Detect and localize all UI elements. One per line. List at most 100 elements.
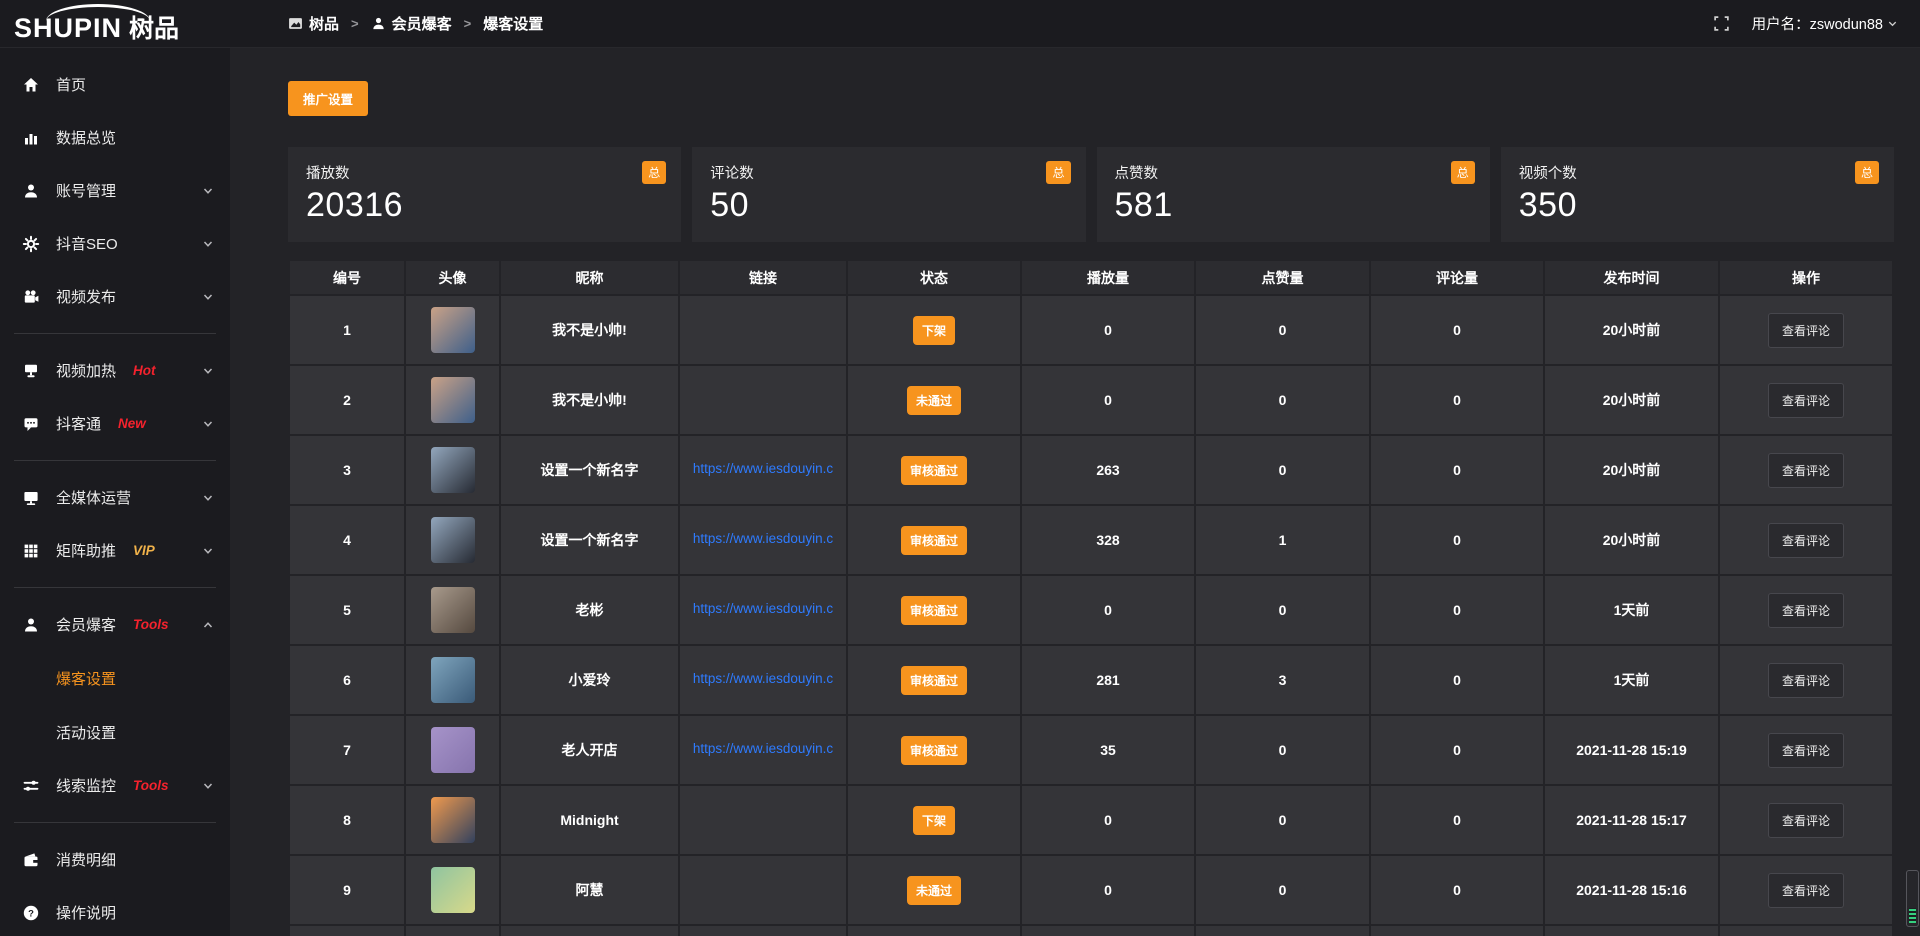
- video-link[interactable]: https://www.iesdouyin.c: [693, 531, 833, 546]
- chevron-down-icon: [202, 365, 214, 377]
- video-link[interactable]: https://www.iesdouyin.c: [693, 461, 833, 476]
- view-comments-button[interactable]: 查看评论: [1768, 313, 1844, 348]
- cell-time: 1天前: [1544, 645, 1719, 715]
- cell-likes: 1: [1195, 505, 1370, 575]
- breadcrumb-item[interactable]: 树品: [288, 13, 339, 34]
- view-comments-button[interactable]: 查看评论: [1768, 453, 1844, 488]
- cell-likes: 0: [1195, 855, 1370, 925]
- cell-avatar: [405, 925, 500, 936]
- cell-plays: 328: [1021, 505, 1195, 575]
- status-badge: 审核通过: [901, 596, 967, 625]
- view-comments-button[interactable]: 查看评论: [1768, 593, 1844, 628]
- cell-status: 未通过: [847, 855, 1021, 925]
- cell-id: 1: [289, 295, 405, 365]
- cell-likes: [1195, 925, 1370, 936]
- view-comments-button[interactable]: 查看评论: [1768, 803, 1844, 838]
- sidebar-item-label: 数据总览: [56, 127, 116, 148]
- cell-time: 2021-11-28 15:17: [1544, 785, 1719, 855]
- cell-plays: 263: [1021, 435, 1195, 505]
- cell-id: 8: [289, 785, 405, 855]
- cell-avatar: [405, 435, 500, 505]
- breadcrumb-item[interactable]: 爆客设置: [483, 13, 543, 34]
- gear-icon: [22, 235, 42, 253]
- cell-likes: 0: [1195, 295, 1370, 365]
- chevron-down-icon: [202, 780, 214, 792]
- cell-time: 20小时前: [1544, 435, 1719, 505]
- cell-time: 1天前: [1544, 575, 1719, 645]
- sidebar-item[interactable]: 矩阵助推VIP: [0, 524, 230, 577]
- sidebar-subitem[interactable]: 活动设置: [0, 705, 230, 759]
- sidebar-item[interactable]: 视频加热Hot: [0, 344, 230, 397]
- cell-action: 查看评论: [1719, 505, 1893, 575]
- cell-time: 20小时前: [1544, 295, 1719, 365]
- sidebar-item[interactable]: 账号管理: [0, 164, 230, 217]
- cell-action: 查看评论: [1719, 645, 1893, 715]
- sidebar-item[interactable]: 线索监控Tools: [0, 759, 230, 812]
- cell-avatar: [405, 785, 500, 855]
- table-header-row: 编号头像昵称链接状态播放量点赞量评论量发布时间操作: [289, 260, 1893, 295]
- stat-card-label: 播放数: [306, 162, 663, 183]
- video-link[interactable]: https://www.iesdouyin.c: [693, 741, 833, 756]
- sidebar-item[interactable]: 数据总览: [0, 111, 230, 164]
- cell-action: [1719, 925, 1893, 936]
- cell-comments: 0: [1370, 505, 1544, 575]
- chevron-down-icon: [202, 185, 214, 197]
- stat-card-value: 350: [1519, 186, 1876, 225]
- svg-text:?: ?: [28, 908, 34, 919]
- stat-card-label: 评论数: [710, 162, 1067, 183]
- cell-plays: 0: [1021, 575, 1195, 645]
- sidebar-item[interactable]: 消费明细: [0, 833, 230, 886]
- sidebar-item[interactable]: 抖音SEO: [0, 217, 230, 270]
- view-comments-button[interactable]: 查看评论: [1768, 733, 1844, 768]
- floating-widget[interactable]: [1906, 870, 1919, 927]
- cell-nickname: 阿慧: [500, 855, 679, 925]
- cell-time: [1544, 925, 1719, 936]
- video-link[interactable]: https://www.iesdouyin.c: [693, 671, 833, 686]
- view-comments-button[interactable]: 查看评论: [1768, 663, 1844, 698]
- cell-avatar: [405, 365, 500, 435]
- cell-avatar: [405, 645, 500, 715]
- sidebar-item[interactable]: 全媒体运营: [0, 471, 230, 524]
- sidebar-subitem[interactable]: 爆客设置: [0, 651, 230, 705]
- view-comments-button[interactable]: 查看评论: [1768, 873, 1844, 908]
- sidebar-item-label: 抖音SEO: [56, 233, 118, 254]
- column-header: 操作: [1719, 260, 1893, 295]
- video-link[interactable]: https://www.iesdouyin.c: [693, 601, 833, 616]
- cell-status: 审核通过: [847, 435, 1021, 505]
- view-comments-button[interactable]: 查看评论: [1768, 383, 1844, 418]
- column-header: 发布时间: [1544, 260, 1719, 295]
- avatar: [431, 307, 475, 353]
- sidebar-item[interactable]: 会员爆客Tools: [0, 598, 230, 651]
- cell-id: 7: [289, 715, 405, 785]
- home-icon: [22, 76, 42, 94]
- sliders-icon: [22, 777, 42, 795]
- table-row: 7老人开店https://www.iesdouyin.c审核通过35002021…: [289, 715, 1893, 785]
- table-row: 4设置一个新名字https://www.iesdouyin.c审核通过32810…: [289, 505, 1893, 575]
- cell-avatar: [405, 715, 500, 785]
- person-icon: [371, 16, 386, 31]
- cell-time: 20小时前: [1544, 365, 1719, 435]
- cell-plays: 0: [1021, 785, 1195, 855]
- sidebar-item[interactable]: 首页: [0, 58, 230, 111]
- logo-zone: SHUPIN树品: [0, 6, 230, 42]
- stat-card: 点赞数总581: [1097, 147, 1490, 242]
- view-comments-button[interactable]: 查看评论: [1768, 523, 1844, 558]
- video-camera-icon: [22, 288, 42, 306]
- cell-action: 查看评论: [1719, 785, 1893, 855]
- sidebar-item[interactable]: ?操作说明: [0, 886, 230, 936]
- cell-status: 下架: [847, 295, 1021, 365]
- user-menu[interactable]: 用户名：zswodun88: [1752, 13, 1898, 34]
- table-row: [289, 925, 1893, 936]
- status-badge: 审核通过: [901, 736, 967, 765]
- breadcrumb-item[interactable]: 会员爆客: [371, 13, 452, 34]
- total-badge: 总: [1046, 161, 1070, 184]
- fullscreen-icon[interactable]: [1713, 15, 1730, 32]
- floating-widget-bars: [1909, 908, 1916, 923]
- cell-link: https://www.iesdouyin.c: [679, 575, 847, 645]
- sidebar-item[interactable]: 视频发布: [0, 270, 230, 323]
- avatar: [431, 447, 475, 493]
- sidebar-item[interactable]: 抖客通New: [0, 397, 230, 450]
- promo-settings-button[interactable]: 推广设置: [288, 81, 368, 116]
- column-header: 状态: [847, 260, 1021, 295]
- status-badge: 未通过: [907, 386, 961, 415]
